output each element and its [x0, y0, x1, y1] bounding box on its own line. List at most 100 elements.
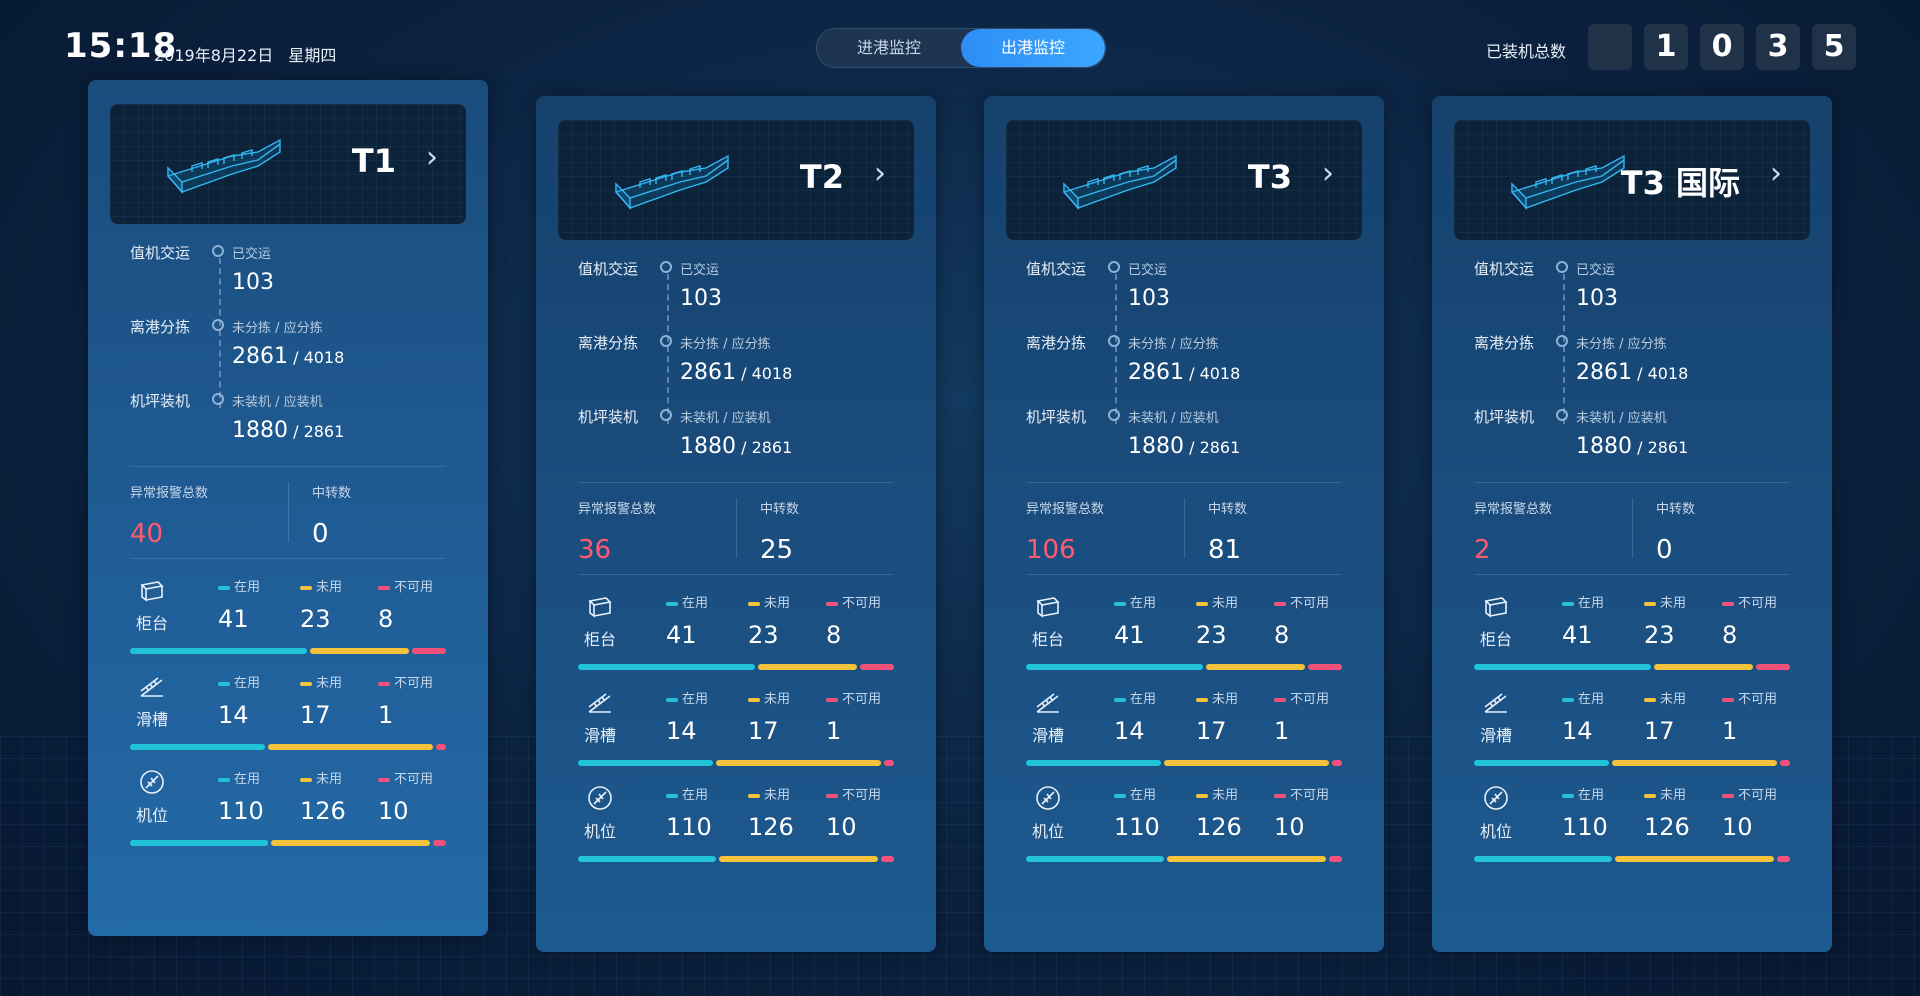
resource-group[interactable]: 柜台 在用 41 未用 23 不可用 8 [1026, 592, 1344, 692]
flow-node-icon [660, 409, 672, 421]
chevron-right-icon[interactable]: › [874, 156, 886, 191]
flow-node-icon [1108, 335, 1120, 347]
alarm-total[interactable]: 异常报警总数 36 [578, 498, 656, 565]
resource-group[interactable]: 滑槽 在用 14 未用 17 不可用 1 [1026, 688, 1344, 788]
flow-step-value: 1880 / 2861 [1128, 434, 1241, 459]
flow-step: 离港分拣 未分拣 / 应分拣 2861 / 4018 [578, 332, 898, 406]
stat-value: 14 [666, 717, 697, 745]
legend-label: 在用 [1578, 692, 1605, 707]
legend-in-use: 在用 [1114, 592, 1156, 611]
resource-group[interactable]: 机位 在用 110 未用 126 不可用 10 [130, 768, 448, 868]
resource-group[interactable]: 机位 在用 110 未用 126 不可用 10 [578, 784, 896, 884]
counter-digit [1588, 24, 1632, 70]
terminal-card: T3 › 值机交运 已交运 103 离港分拣 未分拣 / 应分拣 2861 / … [984, 96, 1384, 952]
counter-digit: 1 [1644, 24, 1688, 70]
transfer-count-label: 中转数 [1208, 502, 1248, 517]
stat-value: 17 [1644, 717, 1675, 745]
usage-bar [130, 648, 446, 654]
alarm-total[interactable]: 异常报警总数 106 [1026, 498, 1104, 565]
alarm-total-value: 40 [130, 519, 164, 549]
legend-unavailable: 不可用 [1722, 592, 1777, 611]
terminal-header[interactable]: T1 › [110, 104, 466, 224]
transfer-count-value: 0 [1656, 535, 1673, 565]
legend-swatch [666, 601, 678, 606]
flow-step-label: 值机交运 [1026, 260, 1087, 278]
total-loaded-label: 已装机总数 [1486, 42, 1567, 61]
legend-label: 在用 [682, 788, 709, 803]
usage-bar [1474, 856, 1790, 862]
flow-step: 机坪装机 未装机 / 应装机 1880 / 2861 [578, 406, 898, 480]
tab-arrivals[interactable]: 进港监控 [817, 29, 961, 67]
date-text: 2019年8月22日 [154, 46, 274, 65]
tab-departures[interactable]: 出港监控 [961, 29, 1105, 67]
legend-unavailable: 不可用 [1274, 688, 1329, 707]
usage-bar-unused [1612, 760, 1777, 766]
flow-step-label: 机坪装机 [1474, 408, 1535, 426]
stat-value: 110 [1562, 813, 1608, 841]
terminal-header[interactable]: T3 › [1006, 120, 1362, 240]
stat-unavailable: 不可用 1 [1722, 688, 1777, 745]
legend-swatch [1722, 697, 1734, 702]
chevron-right-icon[interactable]: › [1322, 156, 1334, 191]
resource-name: 滑槽 [1480, 726, 1513, 745]
legend-swatch [1274, 697, 1286, 702]
legend-unused: 未用 [748, 784, 794, 803]
flow-step-total: / 4018 [288, 348, 345, 367]
legend-swatch [1644, 793, 1656, 798]
stat-unused: 未用 126 [748, 784, 794, 841]
flow-step-value: 2861 / 4018 [232, 344, 345, 369]
usage-bar-unused [1167, 856, 1326, 862]
chute-icon [138, 672, 166, 700]
usage-bar-in-use [578, 856, 716, 862]
resource-group[interactable]: 机位 在用 110 未用 126 不可用 10 [1474, 784, 1792, 884]
stat-value: 23 [1644, 621, 1675, 649]
flow-step-value: 103 [1128, 286, 1170, 311]
flow-step-label: 值机交运 [130, 244, 191, 262]
alarm-total[interactable]: 异常报警总数 2 [1474, 498, 1552, 565]
chevron-right-icon[interactable]: › [1770, 156, 1782, 191]
stat-unavailable: 不可用 1 [826, 688, 881, 745]
stat-value: 10 [826, 813, 857, 841]
flow-step-sublabel: 未装机 / 应装机 [1576, 411, 1667, 426]
resource-group[interactable]: 滑槽 在用 14 未用 17 不可用 1 [1474, 688, 1792, 788]
stat-value: 10 [1722, 813, 1753, 841]
resource-group[interactable]: 柜台 在用 41 未用 23 不可用 8 [578, 592, 896, 692]
stat-in-use: 在用 110 [1562, 784, 1608, 841]
flow-step-label: 值机交运 [578, 260, 639, 278]
usage-bar-in-use [130, 648, 307, 654]
legend-swatch [748, 697, 760, 702]
legend-label: 未用 [764, 596, 791, 611]
chevron-right-icon[interactable]: › [426, 140, 438, 175]
stat-unused: 未用 126 [300, 768, 346, 825]
resource-group[interactable]: 滑槽 在用 14 未用 17 不可用 1 [578, 688, 896, 788]
legend-in-use: 在用 [1562, 592, 1604, 611]
resource-group[interactable]: 滑槽 在用 14 未用 17 不可用 1 [130, 672, 448, 772]
process-flow: 值机交运 已交运 103 离港分拣 未分拣 / 应分拣 2861 / 4018 … [1026, 258, 1346, 480]
legend-unavailable: 不可用 [1722, 688, 1777, 707]
usage-bar-in-use [1026, 856, 1164, 862]
legend-in-use: 在用 [1562, 784, 1608, 803]
flow-step-sublabel: 已交运 [1128, 263, 1168, 278]
legend-swatch [1274, 601, 1286, 606]
counter-digit: 5 [1812, 24, 1856, 70]
resource-group[interactable]: 机位 在用 110 未用 126 不可用 10 [1026, 784, 1344, 884]
terminal-header[interactable]: T2 › [558, 120, 914, 240]
usage-bar-unused [1164, 760, 1329, 766]
usage-bar-in-use [1474, 664, 1651, 670]
usage-bar-unused [310, 648, 409, 654]
transfer-count: 中转数 81 [1208, 498, 1247, 565]
legend-swatch [378, 585, 390, 590]
resource-group[interactable]: 柜台 在用 41 未用 23 不可用 8 [1474, 592, 1792, 692]
stat-value: 8 [1722, 621, 1738, 649]
legend-unused: 未用 [1644, 784, 1690, 803]
resource-group[interactable]: 柜台 在用 41 未用 23 不可用 8 [130, 576, 448, 676]
resource-name: 机位 [1032, 822, 1065, 841]
stat-unavailable: 不可用 1 [378, 672, 433, 729]
stat-unavailable: 不可用 8 [826, 592, 881, 649]
stat-value: 17 [748, 717, 779, 745]
terminal-header[interactable]: T3 国际 › [1454, 120, 1810, 240]
legend-label: 在用 [1578, 788, 1605, 803]
legend-label: 不可用 [842, 788, 882, 803]
alarm-total[interactable]: 异常报警总数 40 [130, 482, 208, 549]
stat-in-use: 在用 110 [218, 768, 264, 825]
